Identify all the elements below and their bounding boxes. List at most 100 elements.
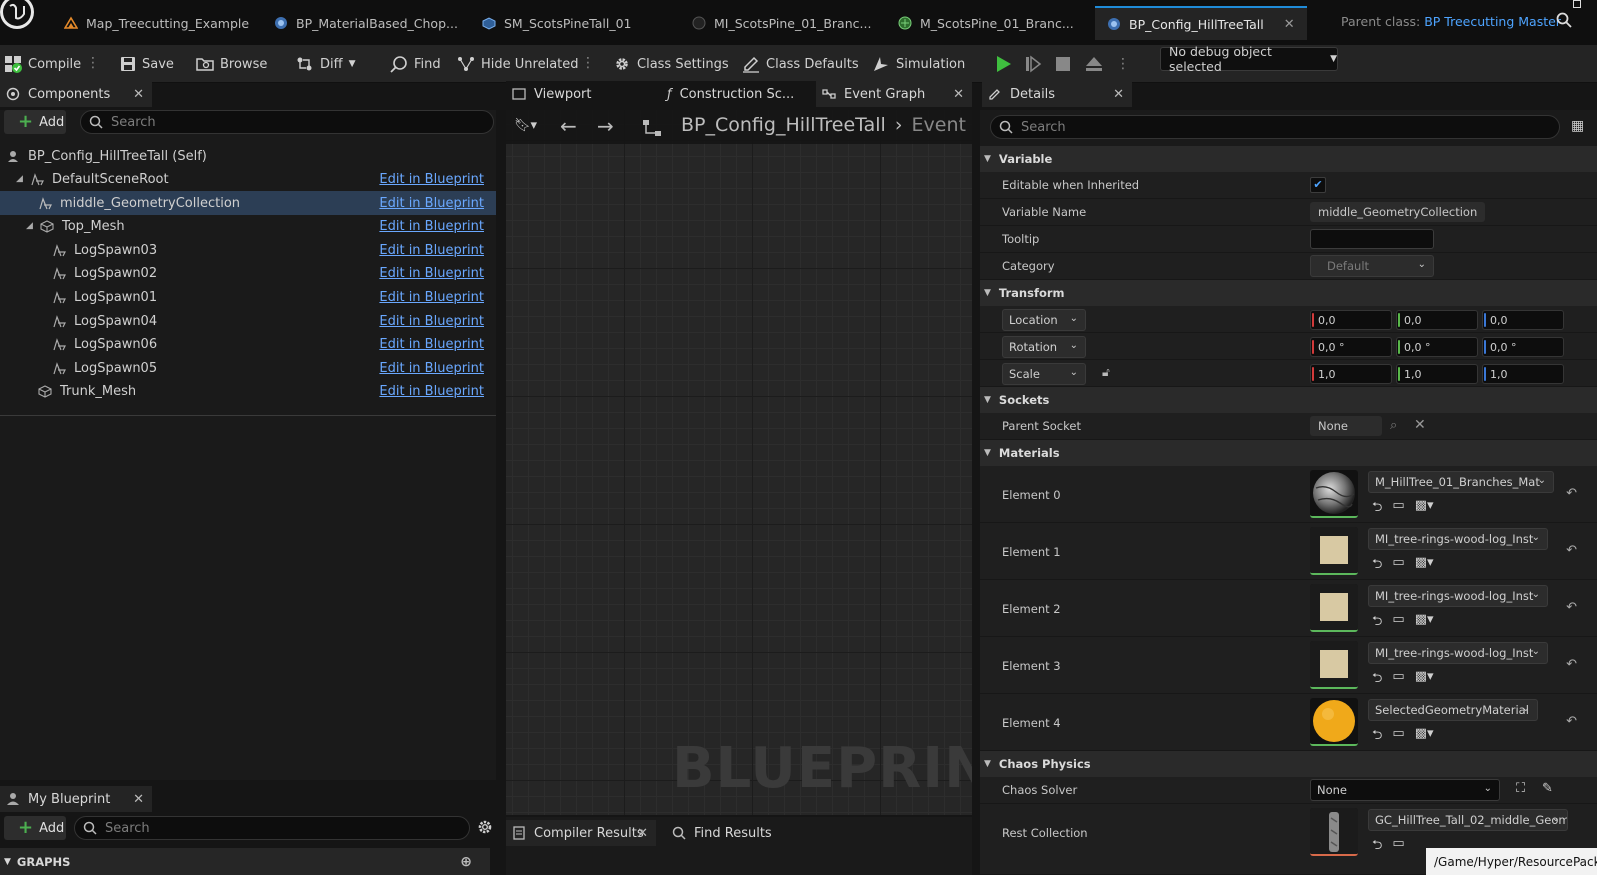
reset-to-default-icon[interactable]: ↶ [1566,714,1577,729]
materials-section-header[interactable]: ▼ Materials [980,440,1597,466]
material-thumbnail-bark[interactable] [1310,470,1358,518]
browse-folder-icon[interactable]: ▭ [1392,612,1404,634]
breadcrumb-blueprint[interactable]: BP_Config_HillTreeTall [681,114,886,136]
material-select-1[interactable]: MI_tree-rings-wood-log_Inst ⌄ [1368,528,1548,550]
components-search-input[interactable]: Search [80,110,494,134]
pick-actor-icon[interactable]: ⛶ [1516,781,1525,796]
rotation-x-input[interactable]: 0,0 ° [1310,337,1392,357]
component-row-defaultsceneroot[interactable]: ◢ DefaultSceneRoot Edit in Blueprint [0,167,496,191]
browse-folder-icon[interactable]: ▭ [1392,555,1404,577]
edit-in-blueprint-link[interactable]: Edit in Blueprint [379,384,484,399]
component-row-logspawn02[interactable]: LogSpawn02 Edit in Blueprint [0,261,496,285]
edit-in-blueprint-link[interactable]: Edit in Blueprint [379,196,484,211]
tab-viewport[interactable]: Viewport [506,81,656,107]
add-graph-icon[interactable]: ⊕ [460,854,472,870]
diff-button[interactable]: Diff ▼ [296,49,356,79]
collapse-arrow-icon[interactable]: ◢ [16,174,26,184]
component-root[interactable]: BP_Config_HillTreeTall (Self) [0,144,496,168]
editable-checkbox[interactable]: ✔ [1310,177,1326,193]
close-panel-icon[interactable]: ✕ [133,87,144,102]
texture-options-icon[interactable]: ▩▾ [1415,498,1434,520]
use-selected-icon[interactable]: ⮌ [1372,836,1382,858]
rotation-z-input[interactable]: 0,0 ° [1482,337,1564,357]
component-row-logspawn06[interactable]: LogSpawn06 Edit in Blueprint [0,332,496,356]
reset-to-default-icon[interactable]: ↶ [1566,486,1577,501]
material-thumbnail-orange[interactable] [1310,698,1358,746]
browse-folder-icon[interactable]: ▭ [1392,669,1404,691]
scale-mode-select[interactable]: Scale ⌄ [1002,363,1086,385]
more-options-icon[interactable]: ⋮ [581,53,595,73]
component-row-trunk-mesh[interactable]: Trunk_Mesh Edit in Blueprint [0,379,496,403]
category-select[interactable]: Default ⌄ [1310,255,1434,277]
scale-z-input[interactable]: 1,0 [1482,364,1564,384]
use-selected-icon[interactable]: ⮌ [1372,612,1382,634]
texture-options-icon[interactable]: ▩▾ [1415,669,1434,691]
use-selected-icon[interactable]: ⮌ [1372,555,1382,577]
rotation-y-input[interactable]: 0,0 ° [1396,337,1478,357]
close-panel-icon[interactable]: ✕ [133,792,144,807]
edit-in-blueprint-link[interactable]: Edit in Blueprint [379,219,484,234]
component-row-top-mesh[interactable]: ◢ Top_Mesh Edit in Blueprint [0,214,496,238]
clear-icon[interactable]: ✕ [1414,417,1426,433]
graphs-section-header[interactable]: ▼ GRAPHS ⊕ [0,848,490,875]
sockets-section-header[interactable]: ▼ Sockets [980,387,1597,413]
edit-in-blueprint-link[interactable]: Edit in Blueprint [379,172,484,187]
chaos-physics-section-header[interactable]: ▼ Chaos Physics [980,751,1597,777]
close-tab-icon[interactable]: ✕ [953,87,964,102]
material-thumbnail-wood[interactable] [1310,527,1358,575]
lock-icon[interactable]: 🔓︎ [1102,365,1110,380]
location-mode-select[interactable]: Location ⌄ [1002,309,1086,331]
event-graph-canvas[interactable]: 🔖︎▾ ← → BP_Config_HillTreeTall › Event G… [506,110,972,815]
edit-in-blueprint-link[interactable]: Edit in Blueprint [379,314,484,329]
browse-button[interactable]: Browse [196,49,267,79]
tab-bp-config-hilltreetall[interactable]: BP_Config_HillTreeTall ✕ [1095,6,1307,40]
browse-socket-icon[interactable]: ⌕ [1390,418,1397,433]
use-selected-icon[interactable]: ⮌ [1372,498,1382,520]
browse-folder-icon[interactable]: ▭ [1392,836,1404,858]
tab-bp-materialbased[interactable]: BP_MaterialBased_Chop... [262,6,470,40]
tab-m-scotspine[interactable]: M_ScotsPine_01_Branc... [886,6,1086,40]
edit-in-blueprint-link[interactable]: Edit in Blueprint [379,243,484,258]
my-blueprint-tab[interactable]: My Blueprint ✕ [0,786,152,812]
location-x-input[interactable]: 0,0 [1310,310,1392,330]
component-row-logspawn04[interactable]: LogSpawn04 Edit in Blueprint [0,309,496,333]
tab-mi-scotspine[interactable]: MI_ScotsPine_01_Branc... [680,6,883,40]
tab-find-results[interactable]: Find Results [666,820,786,846]
back-arrow-icon[interactable]: ← [560,114,577,138]
browse-folder-icon[interactable]: ▭ [1392,726,1404,748]
parent-socket-field[interactable]: None [1310,416,1382,436]
class-defaults-button[interactable]: Class Defaults [742,49,859,79]
component-row-logspawn01[interactable]: LogSpawn01 Edit in Blueprint [0,285,496,309]
material-select-3[interactable]: MI_tree-rings-wood-log_Inst ⌄ [1368,642,1548,664]
material-select-4[interactable]: SelectedGeometryMaterial ⌄ [1368,699,1538,721]
gear-icon[interactable] [476,818,494,839]
tab-map-treecutting[interactable]: Map_Treecutting_Example [52,6,261,40]
save-button[interactable]: Save [120,49,174,79]
scale-y-input[interactable]: 1,0 [1396,364,1478,384]
parent-class-link[interactable]: BP Treecutting Master [1424,14,1561,29]
bookmark-icon[interactable]: 🔖︎▾ [514,118,537,133]
simulation-button[interactable]: Simulation [872,49,965,79]
debug-object-select[interactable]: No debug object selected ▼ [1160,44,1338,74]
play-options-icon[interactable]: ⋮ [1116,56,1130,72]
component-row-logspawn05[interactable]: LogSpawn05 Edit in Blueprint [0,356,496,380]
my-blueprint-search-input[interactable]: Search [74,816,470,840]
use-selected-icon[interactable]: ⮌ [1372,726,1382,748]
compile-options-icon[interactable]: ⋮ [86,53,100,73]
chaos-solver-select[interactable]: None ⌄ [1310,779,1500,801]
add-member-button[interactable]: + Add [4,816,66,840]
details-tab[interactable]: Details ✕ [982,81,1132,107]
edit-in-blueprint-link[interactable]: Edit in Blueprint [379,361,484,376]
components-tab[interactable]: Components ✕ [0,81,152,107]
texture-options-icon[interactable]: ▩▾ [1415,726,1434,748]
table-view-icon[interactable]: ▦ [1571,118,1584,134]
tab-construction-script[interactable]: ƒ Construction Sc... [661,81,811,107]
tooltip-field[interactable] [1310,229,1434,249]
graph-hierarchy-icon[interactable] [642,119,662,137]
eyedropper-icon[interactable]: ✎ [1542,781,1553,796]
component-row-logspawn03[interactable]: LogSpawn03 Edit in Blueprint [0,238,496,262]
tab-event-graph[interactable]: Event Graph ✕ [816,81,972,107]
browse-folder-icon[interactable]: ▭ [1392,498,1404,520]
use-selected-icon[interactable]: ⮌ [1372,669,1382,691]
edit-in-blueprint-link[interactable]: Edit in Blueprint [379,290,484,305]
